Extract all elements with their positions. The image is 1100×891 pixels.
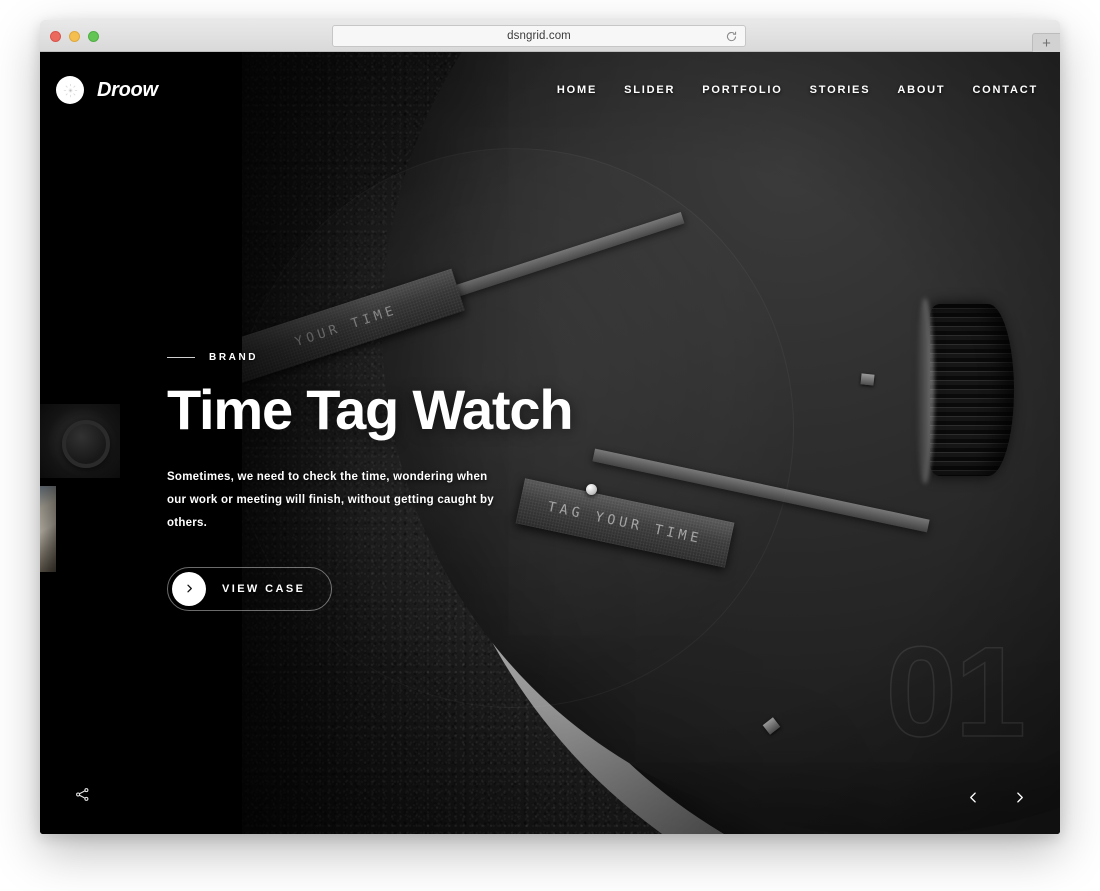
- eyebrow-dash: [167, 357, 195, 358]
- website-viewport: YOUR TIME TAG YOUR TIME Droow HOME SLIDE…: [40, 52, 1060, 834]
- starburst-logo-icon: [56, 76, 84, 104]
- nav-item-portfolio[interactable]: PORTFOLIO: [702, 84, 782, 96]
- reload-icon[interactable]: [725, 30, 738, 43]
- thumbnail-slide-1[interactable]: 01: [40, 404, 120, 478]
- hero-category-label: BRAND: [209, 352, 259, 363]
- brand-logo[interactable]: Droow: [56, 76, 158, 104]
- close-window-button[interactable]: [50, 31, 61, 42]
- share-icon[interactable]: [70, 782, 94, 806]
- maximize-window-button[interactable]: [88, 31, 99, 42]
- chevron-left-icon[interactable]: [962, 786, 984, 808]
- brand-name: Droow: [97, 78, 158, 101]
- main-navigation: HOME SLIDER PORTFOLIO STORIES ABOUT CONT…: [557, 84, 1038, 96]
- hero-content: BRAND Time Tag Watch Sometimes, we need …: [167, 352, 727, 611]
- site-header: Droow HOME SLIDER PORTFOLIO STORIES ABOU…: [40, 52, 1060, 128]
- nav-item-contact[interactable]: CONTACT: [972, 84, 1038, 96]
- address-bar[interactable]: dsngrid.com: [332, 25, 746, 47]
- nav-item-stories[interactable]: STORIES: [810, 84, 871, 96]
- watch-crown: [930, 304, 1014, 476]
- url-text: dsngrid.com: [507, 30, 571, 42]
- window-controls: [50, 31, 99, 42]
- nav-item-about[interactable]: ABOUT: [897, 84, 945, 96]
- view-case-button[interactable]: VIEW CASE: [167, 566, 333, 611]
- hour-marker: [860, 373, 875, 386]
- chevron-right-icon: [172, 571, 206, 606]
- nav-item-slider[interactable]: SLIDER: [624, 84, 675, 96]
- slide-number-watermark: 01: [885, 620, 1027, 764]
- nav-item-home[interactable]: HOME: [557, 84, 597, 96]
- hero-description: Sometimes, we need to check the time, wo…: [167, 470, 494, 529]
- browser-window: dsngrid.com + YOUR TIME TAG YOUR TIME Dr…: [40, 20, 1060, 834]
- slider-thumbnail-rail: 01: [40, 404, 160, 572]
- browser-titlebar: dsngrid.com +: [40, 20, 1060, 52]
- new-tab-button[interactable]: +: [1032, 33, 1060, 52]
- thumbnail-slide-2[interactable]: [40, 486, 56, 572]
- minimize-window-button[interactable]: [69, 31, 80, 42]
- view-case-label: VIEW CASE: [222, 582, 306, 595]
- slider-controls: [962, 786, 1030, 808]
- hero-title: Time Tag Watch: [167, 378, 574, 441]
- watch-crown-highlight: [916, 298, 934, 484]
- hero-eyebrow: BRAND: [167, 352, 727, 363]
- chevron-right-icon[interactable]: [1008, 786, 1030, 808]
